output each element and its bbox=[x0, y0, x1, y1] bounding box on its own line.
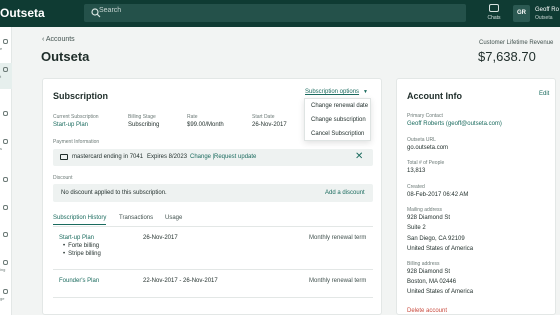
nav-item[interactable]: ing bbox=[0, 260, 12, 272]
history-term: Monthly renewal term bbox=[309, 235, 367, 241]
search-box[interactable]: Search bbox=[84, 4, 466, 22]
primary-contact-label: Primary Contact bbox=[407, 113, 443, 119]
outseta-url-value: go.outseta.com bbox=[407, 145, 449, 151]
nav-icon bbox=[3, 260, 8, 265]
nav-icon bbox=[3, 177, 8, 182]
divider bbox=[53, 269, 373, 270]
payment-expires: Expires 8/2023 bbox=[147, 154, 188, 160]
history-addon: Stripe billing bbox=[63, 251, 101, 257]
subscription-title: Subscription bbox=[53, 91, 109, 101]
outseta-url-label: Outseta URL bbox=[407, 137, 436, 143]
page-title: Outseta bbox=[41, 49, 90, 64]
mailing-address-line: San Diego, CA 92109 bbox=[407, 236, 465, 242]
lifetime-revenue-value: $7,638.70 bbox=[478, 49, 536, 64]
history-date: 22-Nov-2017 - 26-Nov-2017 bbox=[143, 278, 218, 284]
primary-contact-link[interactable]: Geoff Roberts (geoff@outseta.com) bbox=[407, 121, 502, 127]
tab-transactions[interactable]: Transactions bbox=[119, 215, 153, 221]
billing-address-line: Boston, MA 02446 bbox=[407, 279, 457, 285]
lifetime-revenue-label: Customer Lifetime Revenue bbox=[479, 40, 554, 46]
mailing-address-line: Suite 2 bbox=[407, 225, 426, 231]
current-subscription-link[interactable]: Start-up Plan bbox=[53, 122, 88, 128]
breadcrumb-accounts[interactable]: Accounts bbox=[46, 36, 75, 43]
nav-item[interactable]: ge bbox=[0, 289, 12, 301]
account-info-title: Account Info bbox=[407, 91, 462, 101]
nav-icon bbox=[3, 232, 8, 237]
payment-method-row: mastercard ending in 7041 Expires 8/2023… bbox=[53, 149, 373, 166]
history-date: 26-Nov-2017 bbox=[143, 235, 178, 241]
nav-icon bbox=[3, 289, 8, 294]
billing-stage-value: Subscribing bbox=[128, 122, 160, 128]
divider bbox=[53, 297, 373, 298]
start-date-value: 26-Nov-2017 bbox=[252, 122, 287, 128]
nav-icon bbox=[3, 111, 8, 116]
user-name[interactable]: Geoff Ro bbox=[535, 7, 559, 13]
menu-item-change-renewal-date[interactable]: Change renewal date bbox=[305, 99, 370, 113]
close-icon[interactable]: ✕ bbox=[355, 151, 363, 162]
chats-label: Chats bbox=[487, 15, 501, 21]
chevron-down-icon: ▼ bbox=[363, 89, 368, 95]
current-subscription-label: Current Subscription bbox=[53, 114, 99, 120]
billing-address-line: United States of America bbox=[407, 289, 474, 295]
nav-item[interactable] bbox=[0, 177, 12, 184]
subscription-tabs: Subscription History Transactions Usage bbox=[53, 213, 373, 227]
brand-logo[interactable]: Outseta bbox=[0, 6, 45, 20]
chats-button[interactable]: Chats bbox=[485, 4, 503, 21]
payment-card-text: mastercard ending in 7041 bbox=[72, 154, 144, 160]
change-payment-link[interactable]: Change | bbox=[190, 154, 214, 160]
billing-stage-label: Billing Stage bbox=[128, 114, 156, 120]
history-plan-link[interactable]: Founder's Plan bbox=[59, 278, 99, 284]
created-value: 08-Feb-2017 06:42 AM bbox=[407, 192, 469, 198]
history-plan-link[interactable]: Start-up Plan bbox=[59, 235, 94, 241]
rate-value: $99.00/Month bbox=[187, 122, 224, 128]
nav-icon bbox=[3, 67, 8, 72]
nav-icon bbox=[3, 39, 8, 44]
add-discount-link[interactable]: Add a discount bbox=[325, 190, 365, 196]
nav-icon bbox=[3, 139, 8, 144]
discount-text: No discount applied to this subscription… bbox=[61, 190, 167, 196]
edit-account-link[interactable]: Edit bbox=[539, 91, 549, 97]
people-count-value: 13,813 bbox=[407, 168, 426, 174]
search-input[interactable]: Search bbox=[99, 7, 121, 14]
account-info-card: Account Info Edit Primary Contact Geoff … bbox=[396, 78, 556, 315]
mailing-address-line: United States of America bbox=[407, 246, 474, 252]
subscription-options-menu: Change renewal date Change subscription … bbox=[304, 98, 371, 141]
discount-row: No discount applied to this subscription… bbox=[53, 184, 373, 202]
credit-card-icon bbox=[60, 154, 68, 160]
history-addon: Forte billing bbox=[63, 243, 99, 249]
nav-item[interactable]: s bbox=[0, 139, 12, 151]
created-label: Created bbox=[407, 184, 425, 190]
menu-item-cancel-subscription[interactable]: Cancel Subscription bbox=[305, 127, 370, 141]
nav-item[interactable] bbox=[0, 232, 12, 239]
start-date-label: Start Date bbox=[252, 114, 275, 120]
tab-usage[interactable]: Usage bbox=[165, 215, 182, 221]
subscription-options-button[interactable]: Subscription options ▼ bbox=[305, 89, 368, 95]
request-update-link[interactable]: Request update bbox=[214, 154, 256, 160]
nav-item[interactable] bbox=[0, 205, 12, 212]
rate-label: Rate bbox=[187, 114, 198, 120]
breadcrumb-back[interactable]: ‹ Accounts bbox=[42, 36, 75, 43]
nav-item-active[interactable]: t bbox=[0, 63, 12, 89]
discount-label: Discount bbox=[53, 175, 73, 181]
chat-bubble-icon bbox=[489, 4, 499, 12]
subscription-options-label: Subscription options bbox=[305, 89, 360, 95]
avatar[interactable]: GR bbox=[513, 5, 530, 22]
billing-address-line: 928 Diamond St bbox=[407, 269, 451, 275]
user-org: Outseta bbox=[535, 15, 553, 21]
nav-icon bbox=[3, 205, 8, 210]
left-nav-rail: e t s ing ge bbox=[0, 27, 12, 315]
top-bar: Outseta Search Chats GR Geoff Ro Outseta bbox=[0, 0, 560, 27]
delete-account-link[interactable]: Delete account bbox=[407, 308, 447, 314]
mailing-address-label: Mailing address bbox=[407, 207, 443, 213]
mailing-address-line: 928 Diamond St bbox=[407, 215, 451, 221]
history-term: Monthly renewal term bbox=[309, 278, 367, 284]
menu-item-change-subscription[interactable]: Change subscription bbox=[305, 113, 370, 127]
nav-item[interactable]: e bbox=[0, 39, 12, 51]
people-count-label: Total # of People bbox=[407, 160, 445, 166]
nav-item[interactable] bbox=[0, 111, 12, 118]
tab-subscription-history[interactable]: Subscription History bbox=[53, 215, 107, 225]
payment-info-label: Payment Information bbox=[53, 139, 100, 145]
billing-address-label: Billing address bbox=[407, 261, 440, 267]
